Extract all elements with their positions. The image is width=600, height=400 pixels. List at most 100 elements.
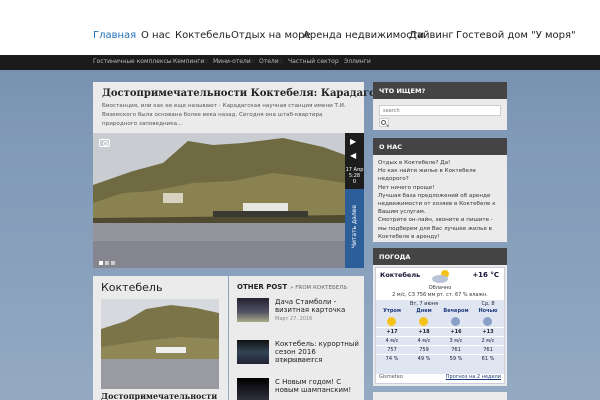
about-heading: О НАС (373, 138, 507, 155)
subnav-item-hotel-complexes[interactable]: Гостиничные комплексы (93, 58, 172, 65)
search-heading: ЧТО ИЩЕМ? (373, 82, 507, 99)
forecast-temp: +18 (408, 327, 440, 336)
nav-item-rent[interactable]: Аренда недвижимости (303, 30, 424, 41)
about-line: Нет ничего проще! (378, 184, 435, 191)
list-item[interactable]: Коктебель: курортный сезон 2016 открывае… (237, 340, 362, 372)
post-thumbnail[interactable] (237, 340, 269, 364)
forecast-humidity: 59 % (440, 354, 472, 363)
subnav-separator: :: (204, 58, 209, 65)
about-line: Лучшая база предложений об аренде недвиж… (378, 192, 496, 216)
forecast-pressure: 761 (472, 345, 504, 354)
subnav-separator: :: (335, 58, 340, 65)
subnav-item-mini-hotels[interactable]: Мини-отели (213, 58, 251, 65)
forecast-pressure: 761 (440, 345, 472, 354)
comments-count: 0 (352, 179, 357, 185)
weather-city: Коктебель (380, 271, 421, 279)
sub-navigation: Гостиничные комплексы :: Кемпинги :: Мин… (0, 55, 600, 70)
forecast-date (376, 300, 408, 308)
forecast-wind: 3 м/с (440, 336, 472, 345)
forecast-date (440, 300, 472, 308)
sun-icon (419, 317, 428, 326)
post-date: Март 17, 2016 (275, 358, 313, 364)
nav-item-diving[interactable]: Дайвинг (409, 30, 454, 41)
category-thumbnail[interactable] (101, 299, 219, 389)
subnav-item-boathouses[interactable]: Эллинги (344, 58, 371, 65)
list-item[interactable]: Дача Стамболи - визитная карточка Март 2… (237, 298, 362, 330)
other-posts-heading: OTHER POST» FROM КОКТЕБЕЛЬ (237, 283, 348, 291)
forecast-humidity: 74 % (376, 354, 408, 363)
subnav-separator: :: (250, 58, 255, 65)
forecast-humidity: 49 % (408, 354, 440, 363)
weather-informer[interactable]: Коктебель +16 °C Облачно 2 м/с, СЗ 756 м… (375, 267, 505, 384)
list-item[interactable]: С Новым годом! С новым шампанским! (237, 378, 362, 400)
read-more-label: Читать далее (351, 204, 358, 249)
read-more-button[interactable]: Читать далее (345, 189, 364, 268)
forecast-temp: +13 (472, 327, 504, 336)
forecast-period: Утром (383, 308, 401, 314)
gismeteo-logo[interactable]: Gismeteo (379, 374, 403, 380)
forecast-column: Вт, 7 июня Днем +18 4 м/с 759 49 % (408, 300, 440, 363)
featured-excerpt: Биостанция, или как ее еще называют - Ка… (102, 103, 346, 127)
subnav-item-campings[interactable]: Кемпинги (173, 58, 204, 65)
two-week-forecast-link[interactable]: Прогноз на 2 недели (446, 374, 501, 380)
about-text: Отдых в Коктебеле? Да! Но как найти жиль… (373, 155, 507, 245)
camera-icon (99, 139, 110, 147)
nav-item-koktebel[interactable]: Коктебель (175, 30, 231, 41)
about-line: Смотрите он-лайн, звоните и пишите - мы … (378, 217, 493, 240)
forecast-wind: 2 м/с (472, 336, 504, 345)
forecast-temp: +17 (376, 327, 408, 336)
slider-dot[interactable] (105, 261, 109, 265)
subnav-item-private-sector[interactable]: Частный сектор (288, 58, 339, 65)
other-posts-from[interactable]: » FROM КОКТЕБЕЛЬ (290, 285, 347, 291)
featured-photo[interactable] (93, 133, 345, 268)
forecast-temp: +16 (440, 327, 472, 336)
forecast-period: Днем (416, 308, 432, 314)
weather-heading: ПОГОДА (373, 248, 507, 265)
date-badge: 17 Апр 5:28 0 (345, 167, 364, 185)
forecast-column: Утром +17 4 м/с 757 74 % (376, 300, 408, 363)
weather-forecast: Утром +17 4 м/с 757 74 % Вт, 7 июня Днем… (376, 300, 504, 374)
nav-item-sea-rest[interactable]: Отдых на море (231, 30, 311, 41)
prev-arrow-icon[interactable]: ◀ (350, 151, 356, 160)
next-widget (373, 392, 507, 400)
category-title[interactable]: Коктебель (101, 281, 162, 294)
nav-item-about[interactable]: О нас (141, 30, 170, 41)
weather-temperature: +16 °C (472, 271, 499, 279)
search-icon (381, 120, 386, 125)
post-thumbnail[interactable] (237, 378, 269, 400)
category-box: Коктебель Достопримечательности (93, 276, 228, 400)
forecast-date: Ср, 8 (481, 301, 495, 307)
weather-description: Облачно (428, 285, 452, 291)
featured-title[interactable]: Достопримечательности Коктебеля: Карадаг… (102, 88, 396, 99)
about-widget: О НАС Отдых в Коктебеле? Да! Но как найт… (373, 138, 507, 242)
nav-item-home[interactable]: Главная (93, 30, 136, 41)
sun-icon (387, 317, 396, 326)
other-posts-box: OTHER POST» FROM КОКТЕБЕЛЬ Дача Стамболи… (229, 276, 364, 400)
forecast-period: Вечером (443, 308, 469, 314)
post-date: Март 27, 2016 (275, 316, 313, 322)
search-button[interactable] (379, 118, 389, 127)
forecast-wind: 4 м/с (408, 336, 440, 345)
forecast-column: Вечером +16 3 м/с 761 59 % (440, 300, 472, 363)
forecast-column: Ср, 8 Ночью +13 2 м/с 761 61 % (472, 300, 504, 363)
next-arrow-icon[interactable]: ▶ (350, 137, 356, 146)
moon-icon (451, 317, 460, 326)
featured-slider: Достопримечательности Коктебеля: Карадаг… (93, 82, 396, 268)
forecast-date: Вт, 7 июня (409, 301, 439, 307)
forecast-humidity: 61 % (472, 354, 504, 363)
slider-dot[interactable] (111, 261, 115, 265)
post-title[interactable]: Дача Стамболи - визитная карточка (275, 298, 363, 314)
top-navigation: Главная О нас Коктебель Отдых на море Ар… (0, 0, 600, 55)
category-post-title[interactable]: Достопримечательности (101, 391, 217, 400)
post-title[interactable]: С Новым годом! С новым шампанским! (275, 378, 363, 394)
forecast-wind: 4 м/с (376, 336, 408, 345)
cloud-sun-icon (432, 270, 449, 283)
weather-footer: Gismeteo Прогноз на 2 недели (376, 373, 504, 382)
slider-dot[interactable] (99, 261, 103, 265)
post-thumbnail[interactable] (237, 298, 269, 322)
search-input[interactable] (379, 105, 501, 116)
subnav-separator: :: (164, 58, 169, 65)
nav-item-guest-house[interactable]: Гостевой дом "У моря" (456, 30, 576, 41)
about-line: Отдых в Коктебеле? Да! (378, 160, 451, 166)
subnav-item-hotels[interactable]: Отели (259, 58, 279, 65)
